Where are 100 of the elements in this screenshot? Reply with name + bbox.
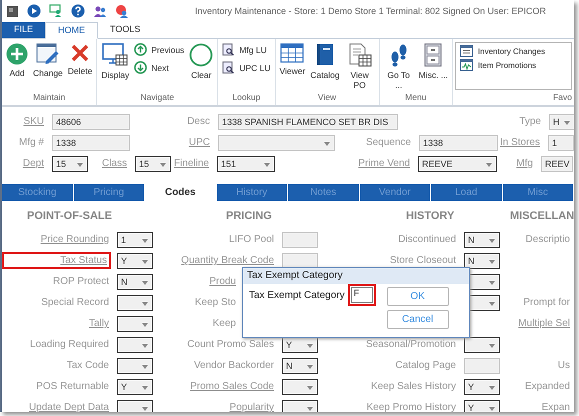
field-label: Count Promo Sales (186, 338, 275, 351)
window-pencil-icon (36, 43, 60, 65)
ribbon-button[interactable]: Display (99, 42, 132, 81)
group-label: Lookup (231, 92, 262, 104)
group-label: Favo (552, 92, 572, 104)
ribbon-button[interactable]: UPC LU (220, 60, 272, 75)
dropdown[interactable] (117, 400, 153, 412)
dropdown[interactable] (117, 316, 153, 332)
field-label: POS Returnable (35, 380, 110, 393)
field-label: Keep (212, 317, 237, 330)
ribbon-button[interactable]: Catalog (308, 42, 342, 81)
field-label: Keep Promo History (366, 401, 457, 412)
ribbon-button[interactable]: Go To ... (382, 42, 416, 91)
field-label: Mfg # (18, 137, 44, 148)
document-table-icon (348, 43, 372, 67)
caret-icon (77, 162, 83, 166)
caret-icon (486, 162, 492, 166)
dropdown[interactable]: 1 (117, 232, 153, 248)
caret-icon (564, 120, 570, 124)
field-label: Store Closeout (388, 254, 457, 267)
chart-window-icon (460, 59, 473, 71)
add-icon (6, 43, 28, 65)
field-label: Keep Sales History (370, 380, 457, 393)
caret-icon (324, 142, 330, 146)
dropdown[interactable]: Y (117, 378, 153, 394)
favorite-item[interactable]: Inventory Changes (460, 45, 567, 57)
text-field[interactable]: 1338 (419, 134, 498, 150)
ribbon-button[interactable]: Previous (132, 42, 186, 57)
group-label: View (316, 92, 338, 104)
dropdown[interactable] (117, 294, 153, 310)
dropdown[interactable]: Y (464, 378, 500, 394)
caret-icon (307, 364, 313, 368)
favorite-item[interactable]: Item Promotions (460, 59, 567, 71)
caret-icon (307, 386, 313, 390)
caret-icon (160, 162, 166, 166)
app-icon (6, 4, 19, 18)
dropdown[interactable]: Y (464, 400, 500, 412)
field-label: Vendor Backorder (192, 359, 275, 372)
dropdown[interactable] (117, 358, 153, 374)
user-globe-icon[interactable] (115, 4, 129, 18)
text-field[interactable] (282, 232, 318, 248)
dropdown[interactable]: N (282, 358, 318, 374)
dropdown[interactable] (117, 336, 153, 352)
dropdown[interactable]: N (464, 252, 500, 268)
dropdown[interactable] (282, 400, 318, 412)
input-field[interactable]: F (350, 287, 373, 303)
text-field[interactable] (464, 358, 500, 374)
ribbon-button[interactable]: Viewer (278, 42, 308, 77)
ribbon-button[interactable]: Change (31, 42, 65, 79)
text-field[interactable]: 48606 (52, 114, 130, 130)
ribbon-button[interactable]: Clear (187, 42, 216, 81)
tab[interactable]: Codes (145, 184, 216, 201)
window-title: Inventory Maintenance - Store: 1 Demo Store 1 Terminal: 802 Signed On User: EPICOR (195, 6, 546, 16)
dropdown[interactable] (464, 336, 500, 352)
ribbon-tab[interactable]: TOOLS (98, 22, 152, 38)
caret-icon (142, 344, 148, 348)
ribbon-button[interactable]: Misc. ... (416, 42, 450, 81)
group-label: Menu (404, 92, 428, 104)
dropdown[interactable] (282, 378, 318, 394)
text-field[interactable]: 1338 (52, 134, 130, 150)
caret-icon (142, 302, 148, 306)
field-label: Loading Required (29, 338, 110, 351)
field-label: Expan (540, 401, 571, 412)
text-field[interactable]: REEV (541, 156, 573, 172)
delete-icon (70, 43, 90, 63)
field-label: Type (518, 116, 541, 127)
dropdown[interactable]: H (549, 114, 574, 130)
ribbon-button[interactable]: View PO (342, 42, 377, 91)
dropdown[interactable]: N (117, 274, 153, 290)
text-field[interactable]: 1 (548, 134, 574, 150)
text-field[interactable] (282, 252, 318, 268)
caret-icon (489, 280, 495, 284)
field-label: Expanded (524, 380, 571, 393)
ribbon-button[interactable]: Next (132, 60, 186, 75)
users-icon[interactable] (93, 4, 107, 18)
field-label: Us (556, 359, 571, 372)
form-icon (460, 45, 473, 57)
dropdown[interactable]: REEVE (418, 156, 497, 172)
caret-icon (307, 344, 313, 348)
dropdown[interactable]: Y (117, 252, 153, 268)
dropdown[interactable]: 15 (135, 156, 171, 172)
dialog-title: Tax Exempt Category (243, 268, 469, 284)
ribbon-tab[interactable]: FILE (2, 22, 46, 38)
cabinet-icon (423, 43, 444, 67)
help-icon[interactable] (71, 4, 85, 18)
section-heading: PRICING (225, 210, 273, 224)
play-icon[interactable] (27, 4, 41, 18)
ribbon-tab[interactable]: HOME (45, 22, 98, 39)
dropdown[interactable]: 15 (52, 156, 88, 172)
dropdown[interactable]: 151 (217, 156, 275, 172)
ribbon-button[interactable]: Delete (66, 42, 94, 77)
field-label: Tax Exempt Category (249, 290, 345, 301)
field-label: Keep Sto (194, 296, 237, 309)
caret-icon (489, 238, 495, 242)
ribbon-button[interactable]: Mfg LU (220, 42, 272, 57)
field-label: Discontinued (397, 233, 457, 246)
text-field[interactable]: 1338 SPANISH FLAMENCO SET BR DIS (218, 114, 398, 130)
monitor-person-icon[interactable] (49, 4, 63, 18)
ribbon-button[interactable]: Add (4, 42, 30, 79)
dropdown[interactable]: N (464, 232, 500, 248)
